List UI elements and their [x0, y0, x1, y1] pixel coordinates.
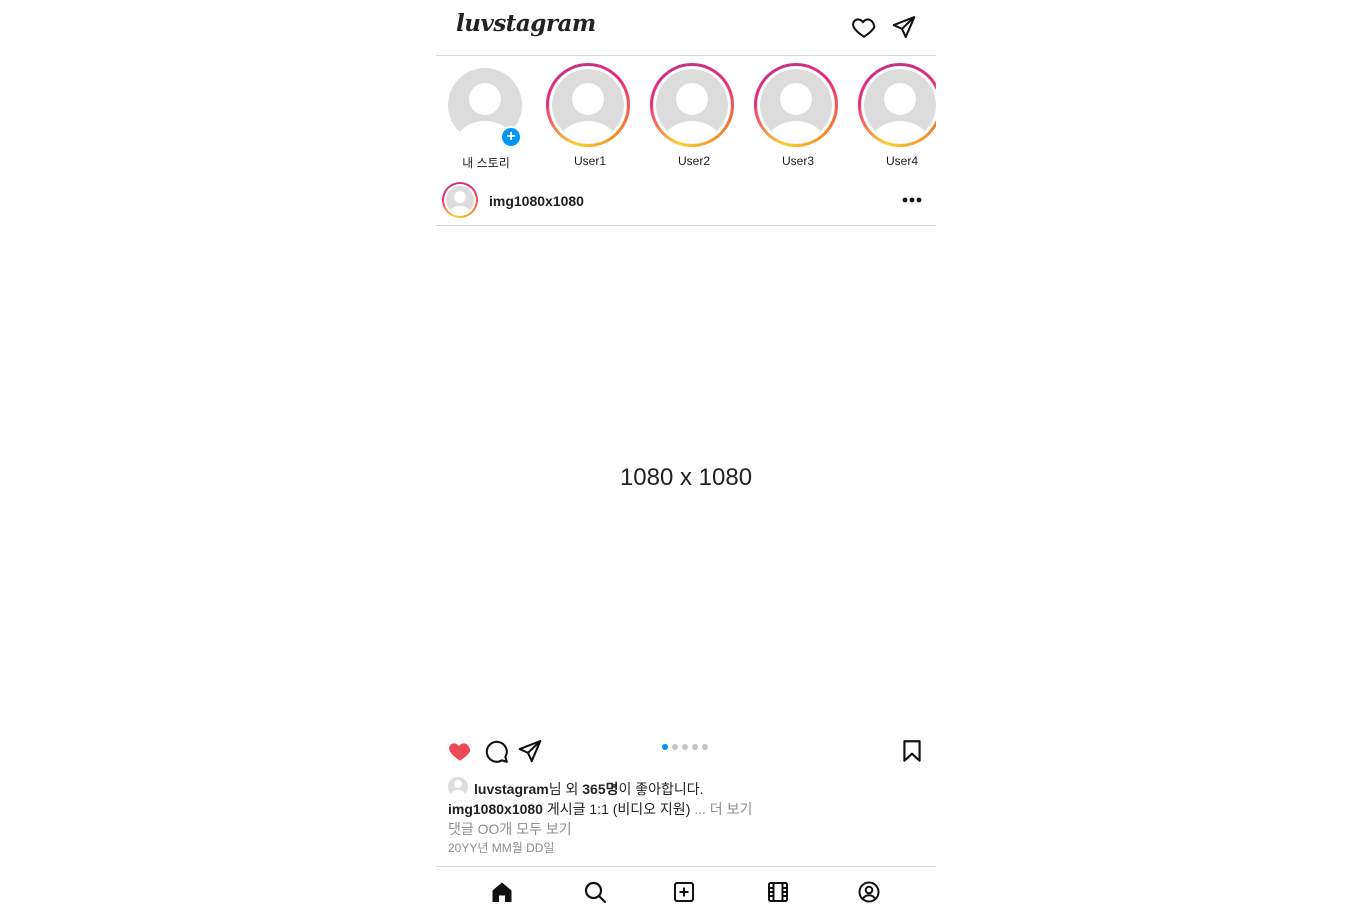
story-user1[interactable]: User1 [540, 62, 630, 170]
story-name: User3 [781, 154, 814, 168]
story-my[interactable]: + 내 스토리 [436, 62, 526, 170]
view-comments-link[interactable]: 댓글 OO개 모두 보기 [448, 819, 572, 839]
add-story-icon[interactable]: + [500, 126, 522, 148]
post-author-avatar[interactable] [442, 182, 478, 218]
carousel-dot [682, 744, 688, 750]
carousel-dot [662, 744, 668, 750]
app-frame: luvstagram + 내 스토리 User1 User2 User3 Use [436, 0, 936, 915]
story-name: 내 스토리 [462, 156, 510, 170]
post-media[interactable]: 1080 x 1080 [436, 226, 936, 726]
likes-suffix: 이 좋아합니다. [618, 781, 704, 797]
post-caption: img1080x1080 게시글 1:1 (비디오 지원) ... 더 보기 [448, 799, 752, 819]
story-user2[interactable]: User2 [644, 62, 734, 170]
stories-bar: + 내 스토리 User1 User2 User3 User4 [436, 56, 936, 172]
caption-author[interactable]: img1080x1080 [448, 801, 543, 817]
more-options-icon[interactable] [898, 190, 926, 210]
media-placeholder-label: 1080 x 1080 [619, 464, 753, 491]
story-name: User1 [573, 154, 606, 168]
story-name: User2 [677, 154, 710, 168]
carousel-dot [672, 744, 678, 750]
bottom-nav [436, 866, 936, 915]
likes-suffix: 님 외 [548, 781, 583, 797]
avatar [760, 69, 832, 141]
home-icon[interactable] [490, 880, 514, 904]
likes-row: luvstagram님 외 365명이 좋아합니다. [448, 777, 928, 797]
bookmark-icon[interactable] [899, 738, 925, 764]
story-ring [858, 63, 936, 147]
post-actions [436, 734, 936, 768]
caption-text: 게시글 1:1 (비디오 지원) [542, 801, 691, 817]
top-header: luvstagram [436, 0, 936, 56]
more-link[interactable]: ... 더 보기 [690, 801, 752, 817]
profile-icon[interactable] [857, 880, 881, 904]
story-name: User4 [885, 154, 918, 168]
avatar [448, 777, 468, 797]
story-ring [754, 63, 838, 147]
comment-icon[interactable] [483, 738, 509, 764]
post-header: img1080x1080 [436, 174, 936, 226]
likes-text[interactable]: luvstagram님 외 365명이 좋아합니다. [474, 779, 704, 799]
like-heart-icon[interactable] [447, 738, 473, 764]
new-post-icon[interactable] [672, 880, 696, 904]
search-icon[interactable] [583, 880, 607, 904]
carousel-dot [702, 744, 708, 750]
avatar [864, 69, 936, 141]
post-author-name[interactable]: img1080x1080 [489, 193, 584, 209]
story-ring [650, 63, 734, 147]
story-ring [546, 63, 630, 147]
avatar [552, 69, 624, 141]
liked-by-user[interactable]: luvstagram [474, 781, 549, 797]
post-date: 20YY년 MM월 DD일 [448, 841, 555, 855]
story-user4[interactable]: User4 [852, 62, 936, 170]
carousel-dot [692, 744, 698, 750]
send-icon[interactable] [891, 14, 917, 40]
reels-icon[interactable] [766, 880, 790, 904]
app-logo[interactable]: luvstagram [456, 10, 596, 37]
heart-icon[interactable] [851, 14, 877, 40]
likes-count[interactable]: 365명 [582, 781, 618, 797]
share-icon[interactable] [517, 738, 543, 764]
story-user3[interactable]: User3 [748, 62, 838, 170]
avatar [656, 69, 728, 141]
